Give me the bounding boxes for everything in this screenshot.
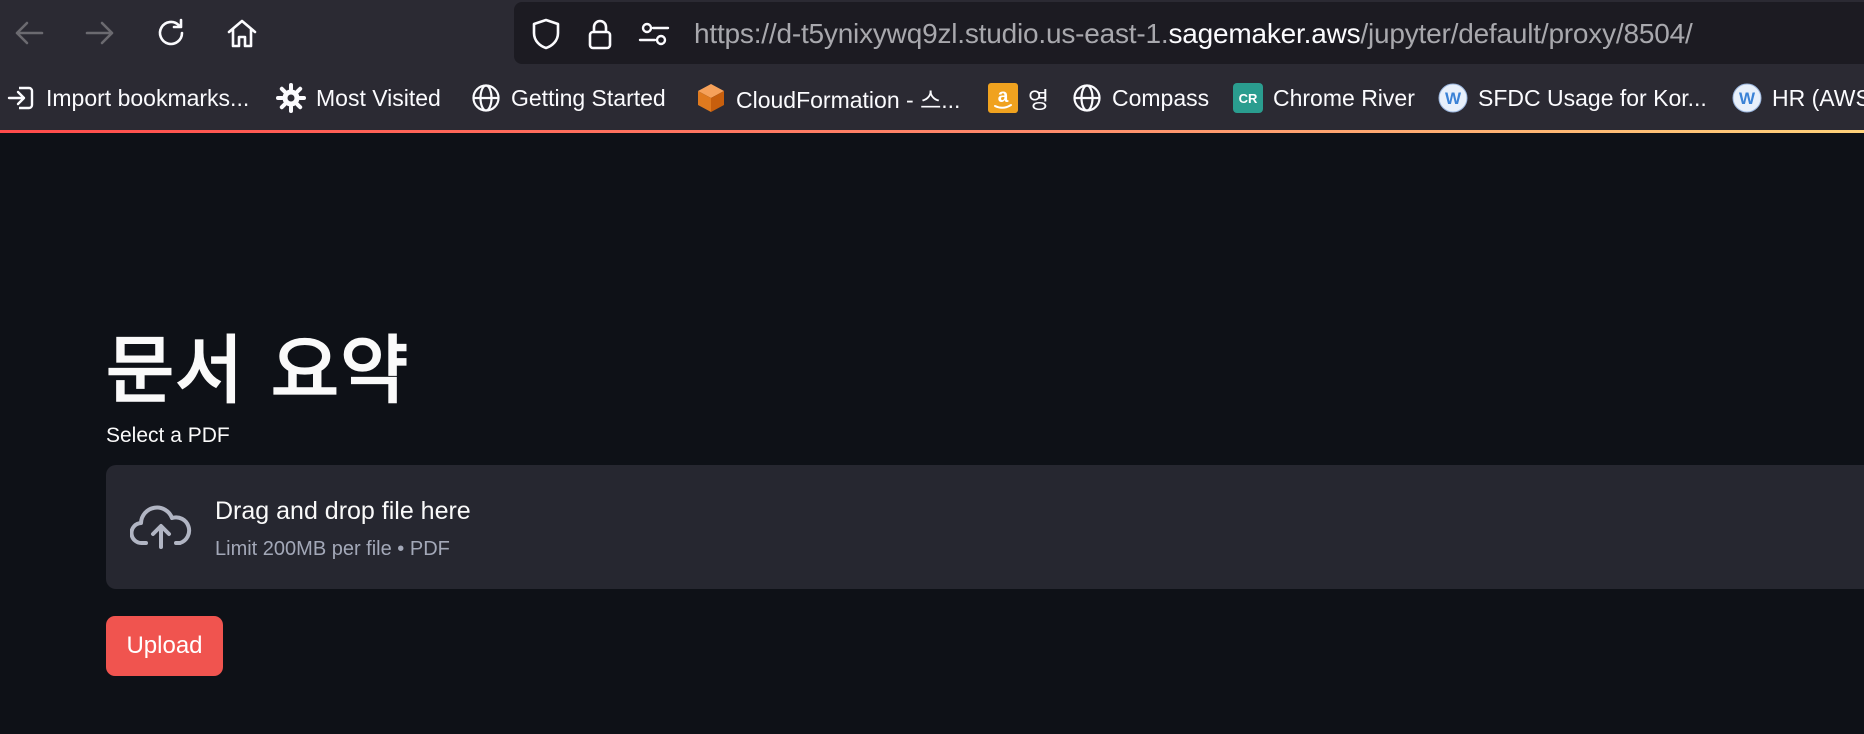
bookmark-label: HR (AWS [1772, 84, 1864, 111]
gear-icon [276, 83, 306, 113]
amazon-icon: a [988, 83, 1018, 113]
permissions-icon[interactable] [636, 16, 672, 52]
cloud-upload-icon [130, 505, 192, 549]
bookmark-label: 영 [1028, 87, 1050, 113]
bookmark-most-visited[interactable]: Most Visited [276, 78, 441, 118]
bookmark-label: Most Visited [316, 84, 441, 111]
import-icon [6, 83, 36, 113]
bookmark-label: Import bookmarks... [46, 84, 250, 111]
bookmark-import[interactable]: Import bookmarks... [6, 78, 249, 118]
bookmarks-bar: Import bookmarks... Most Visited Getting… [0, 66, 1864, 130]
bookmark-label: Chrome River [1273, 84, 1415, 111]
globe-icon [471, 83, 501, 113]
bookmark-chrome-river[interactable]: CR Chrome River [1233, 78, 1415, 118]
app-main: 문서 요약 Select a PDF Drag and drop file he… [0, 133, 1864, 734]
arrow-left-icon [15, 21, 44, 45]
reload-button[interactable] [148, 11, 194, 55]
bookmark-amazon[interactable]: a 영 [988, 78, 1049, 118]
bookmark-hr[interactable]: W HR (AWS [1732, 78, 1864, 118]
page-title: 문서 요약 [106, 328, 410, 414]
url-host: sagemaker.aws [1168, 18, 1361, 49]
bookmark-label: Compass [1112, 84, 1210, 111]
chrome-river-icon: CR [1233, 83, 1263, 113]
url-bar[interactable]: https://d-t5ynixywq9zl.studio.us-east-1.… [514, 2, 1864, 64]
home-icon [227, 19, 257, 48]
back-button[interactable] [6, 11, 52, 55]
bookmark-compass[interactable]: Compass [1072, 78, 1209, 118]
bookmark-label: CloudFormation - 스... [736, 87, 961, 113]
bookmark-getting-started[interactable]: Getting Started [471, 78, 666, 118]
lock-icon[interactable] [582, 16, 618, 52]
url-prefix: https://d-t5ynixywq9zl.studio.us-east-1. [694, 18, 1169, 49]
shield-icon[interactable] [528, 16, 564, 52]
dropzone-instructions: Drag and drop file here [215, 497, 471, 525]
bookmark-sfdc-usage[interactable]: W SFDC Usage for Kor... [1438, 78, 1707, 118]
globe-icon [1072, 83, 1102, 113]
dropzone-limit: Limit 200MB per file • PDF [215, 538, 450, 560]
svg-text:W: W [1445, 89, 1462, 108]
bookmark-cloudformation[interactable]: CloudFormation - 스... [696, 78, 960, 118]
upload-button[interactable]: Upload [106, 616, 223, 676]
browser-toolbar: https://d-t5ynixywq9zl.studio.us-east-1.… [0, 0, 1864, 66]
forward-button[interactable] [77, 11, 123, 55]
svg-text:W: W [1739, 89, 1756, 108]
cloudformation-cube-icon [696, 83, 726, 113]
url-path: /jupyter/default/proxy/8504/ [1360, 18, 1693, 49]
bookmark-label: Getting Started [511, 84, 666, 111]
arrow-right-icon [85, 21, 114, 45]
file-dropzone[interactable]: Drag and drop file here Limit 200MB per … [106, 465, 1864, 589]
home-button[interactable] [219, 11, 265, 55]
wiki-w-icon: W [1732, 83, 1762, 113]
file-uploader-label: Select a PDF [106, 424, 230, 447]
reload-icon [158, 18, 184, 46]
wiki-w-icon: W [1438, 83, 1468, 113]
bookmark-label: SFDC Usage for Kor... [1478, 84, 1707, 111]
svg-text:CR: CR [1239, 91, 1258, 106]
svg-text:a: a [998, 86, 1009, 107]
url-text[interactable]: https://d-t5ynixywq9zl.studio.us-east-1.… [694, 16, 1693, 52]
